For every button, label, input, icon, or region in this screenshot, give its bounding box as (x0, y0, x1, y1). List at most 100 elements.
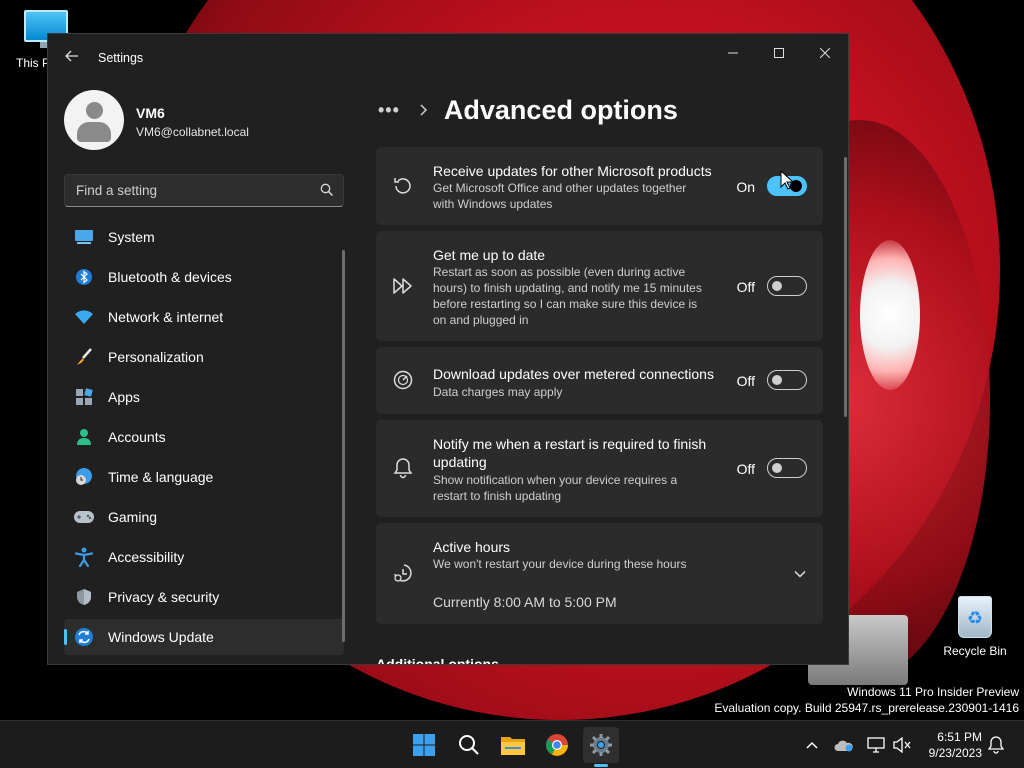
sidebar-item-label: Windows Update (108, 629, 214, 645)
chevron-down-icon[interactable] (793, 567, 807, 581)
breadcrumb-more-button[interactable]: ••• (378, 100, 400, 121)
clock-time: 6:51 PM (937, 730, 982, 744)
system-icon (74, 227, 94, 247)
breadcrumb: ••• Advanced options (378, 90, 678, 130)
setting-title: Receive updates for other Microsoft prod… (433, 163, 712, 179)
setting-card-receive-updates: Receive updates for other Microsoft prod… (376, 147, 823, 225)
sidebar-item-personalization[interactable]: Personalization (64, 339, 344, 375)
evaluation-watermark: Windows 11 Pro Insider Preview Evaluatio… (714, 684, 1019, 716)
settings-window: Settings VM6 VM6@collabnet.local System … (47, 33, 849, 665)
setting-description: Get Microsoft Office and other updates t… (433, 181, 687, 195)
setting-card-active-hours[interactable]: Active hours We won't restart your devic… (376, 523, 823, 624)
sidebar-item-label: Accounts (108, 429, 166, 445)
app-title: Settings (98, 51, 144, 65)
search-box[interactable] (64, 174, 344, 207)
active-app-indicator (594, 764, 608, 767)
sidebar-scrollbar[interactable] (342, 250, 345, 642)
back-button[interactable] (60, 47, 84, 71)
taskbar-search-button[interactable] (451, 727, 487, 763)
minimize-button[interactable] (710, 38, 756, 68)
toggle-state-label: On (736, 179, 755, 195)
chevron-up-icon (806, 741, 818, 749)
arrow-left-icon (65, 50, 78, 62)
shield-icon (74, 587, 94, 607)
sidebar-item-accounts[interactable]: Accounts (64, 419, 344, 455)
notify-restart-toggle[interactable] (767, 458, 807, 478)
setting-title: Active hours (433, 539, 511, 555)
taskbar-file-explorer[interactable] (495, 727, 531, 763)
section-heading-additional-options: Additional options (376, 656, 499, 665)
volume-muted-icon (893, 737, 911, 753)
setting-description: hours) to finish updating, and notify me… (433, 281, 702, 295)
setting-title: Notify me when a restart is required to … (433, 436, 707, 452)
user-name: VM6 (136, 105, 165, 121)
setting-description: on and plugged in (433, 313, 529, 327)
clock-date: 9/23/2023 (928, 746, 982, 760)
setting-title: Download updates over metered connection… (433, 366, 714, 382)
taskbar-clock[interactable]: 6:51 PM 9/23/2023 (920, 729, 982, 761)
setting-description: Data charges may apply (433, 385, 563, 399)
sidebar-item-bluetooth[interactable]: Bluetooth & devices (64, 259, 344, 295)
update-icon (74, 627, 94, 647)
tray-onedrive[interactable] (834, 733, 854, 757)
toggle-state-label: Off (736, 461, 755, 477)
sidebar-item-network[interactable]: Network & internet (64, 299, 344, 335)
close-button[interactable] (802, 38, 848, 68)
sidebar-item-label: Gaming (108, 509, 158, 525)
maximize-icon (774, 48, 784, 58)
minimize-icon (728, 52, 738, 54)
page-title: Advanced options (443, 94, 678, 125)
notification-center-button[interactable] (986, 733, 1006, 757)
sidebar-nav: System Bluetooth & devices Network & int… (64, 219, 344, 659)
sidebar-item-label: Time & language (108, 469, 214, 485)
globe-clock-icon (74, 467, 94, 487)
sidebar-item-system[interactable]: System (64, 219, 344, 255)
person-icon (74, 427, 94, 447)
user-profile[interactable]: VM6 VM6@collabnet.local (64, 90, 364, 152)
start-button[interactable] (406, 727, 442, 763)
watermark-line: Windows 11 Pro Insider Preview (847, 685, 1019, 699)
accessibility-icon (74, 547, 94, 567)
content-scrollbar[interactable] (844, 157, 847, 417)
wallpaper-white-highlight (860, 240, 920, 390)
settings-icon (590, 734, 612, 756)
fast-forward-icon (390, 273, 416, 299)
user-email: VM6@collabnet.local (136, 125, 249, 139)
sidebar-item-accessibility[interactable]: Accessibility (64, 539, 344, 575)
desktop-icon-recycle-bin[interactable]: Recycle Bin (938, 596, 1012, 658)
sidebar-item-time-language[interactable]: Time & language (64, 459, 344, 495)
toggle-state-label: Off (736, 373, 755, 389)
setting-description: with Windows updates (433, 197, 553, 211)
search-input[interactable] (65, 175, 305, 206)
search-icon[interactable] (320, 183, 334, 197)
setting-description: before restarting so I can make sure thi… (433, 297, 698, 311)
tray-network[interactable] (866, 733, 886, 757)
onedrive-icon (834, 740, 853, 752)
clock-settings-icon (390, 560, 416, 586)
sidebar-item-apps[interactable]: Apps (64, 379, 344, 415)
show-hidden-icons-button[interactable] (802, 733, 822, 757)
sidebar-item-label: Network & internet (108, 309, 224, 325)
taskbar-chrome[interactable] (539, 727, 575, 763)
setting-description: Restart as soon as possible (even during… (433, 265, 686, 279)
sidebar-item-gaming[interactable]: Gaming (64, 499, 344, 535)
windows-start-icon (413, 734, 435, 756)
sidebar-item-privacy-security[interactable]: Privacy & security (64, 579, 344, 615)
taskbar: 6:51 PM 9/23/2023 (0, 720, 1024, 768)
refresh-icon (390, 173, 416, 199)
taskbar-settings[interactable] (583, 727, 619, 763)
sidebar-item-windows-update[interactable]: Windows Update (64, 619, 344, 655)
bluetooth-icon (74, 267, 94, 287)
gamepad-icon (74, 507, 94, 527)
setting-title: Get me up to date (433, 247, 546, 263)
sidebar-item-label: Bluetooth & devices (108, 269, 232, 285)
tray-volume[interactable] (892, 733, 912, 757)
maximize-button[interactable] (756, 38, 802, 68)
title-bar[interactable]: Settings (48, 34, 848, 82)
sidebar-item-label: System (108, 229, 155, 245)
setting-description: Show notification when your device requi… (433, 473, 678, 487)
setting-description: We won't restart your device during thes… (433, 557, 687, 571)
get-up-to-date-toggle[interactable] (767, 276, 807, 296)
bell-icon (390, 455, 416, 481)
metered-connections-toggle[interactable] (767, 370, 807, 390)
